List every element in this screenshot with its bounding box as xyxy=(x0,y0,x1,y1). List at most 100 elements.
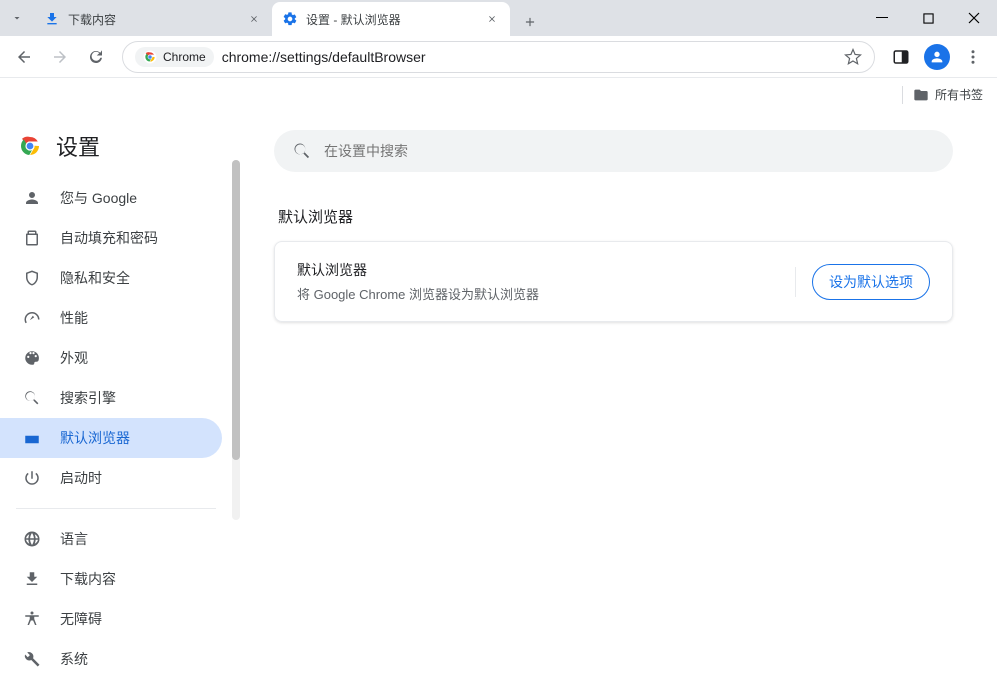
minimize-icon xyxy=(876,12,888,24)
search-icon xyxy=(23,389,41,407)
chrome-logo-icon xyxy=(143,50,157,64)
sidebar-item-label: 搜索引擎 xyxy=(60,388,116,408)
new-tab-button[interactable] xyxy=(516,8,544,36)
settings-search[interactable] xyxy=(274,130,953,172)
sidebar-item-label: 无障碍 xyxy=(60,609,102,629)
window-close-button[interactable] xyxy=(951,0,997,36)
reload-icon xyxy=(87,48,105,66)
download-icon xyxy=(44,11,60,27)
window-controls xyxy=(859,0,997,36)
divider xyxy=(16,508,216,509)
all-bookmarks-button[interactable]: 所有书签 xyxy=(913,86,983,103)
sidebar-item-label: 自动填充和密码 xyxy=(60,228,158,248)
search-icon xyxy=(292,141,312,161)
sidebar-item-downloads[interactable]: 下载内容 xyxy=(0,559,222,599)
kebab-icon xyxy=(964,48,982,66)
sidebar-item-label: 系统 xyxy=(60,649,88,669)
settings-content: 设置 您与 Google 自动填充和密码 隐私和安全 性能 外观 搜索引擎 默认… xyxy=(0,112,997,675)
sidebar-item-label: 下载内容 xyxy=(60,569,116,589)
sidebar-item-label: 性能 xyxy=(60,308,88,328)
section-title: 默认浏览器 xyxy=(278,206,953,227)
make-default-button[interactable]: 设为默认选项 xyxy=(812,264,930,300)
forward-button[interactable] xyxy=(44,41,76,73)
divider xyxy=(902,86,903,104)
tab-downloads[interactable]: 下载内容 xyxy=(34,2,272,36)
profile-button[interactable] xyxy=(921,41,953,73)
sidebar-title: 设置 xyxy=(56,130,100,162)
reload-button[interactable] xyxy=(80,41,112,73)
folder-icon xyxy=(913,87,929,103)
wrench-icon xyxy=(23,650,41,668)
sidebar-item-autofill[interactable]: 自动填充和密码 xyxy=(0,218,222,258)
sidebar-item-label: 外观 xyxy=(60,348,88,368)
all-bookmarks-label: 所有书签 xyxy=(935,86,983,103)
shield-icon xyxy=(23,269,41,287)
back-button[interactable] xyxy=(8,41,40,73)
sidebar-scrollbar[interactable] xyxy=(232,160,240,520)
main-panel: 默认浏览器 默认浏览器 将 Google Chrome 浏览器设为默认浏览器 设… xyxy=(240,112,997,675)
tab-title: 下载内容 xyxy=(68,11,238,28)
person-icon xyxy=(23,189,41,207)
sidebar-item-accessibility[interactable]: 无障碍 xyxy=(0,599,222,639)
chrome-logo-icon xyxy=(18,134,42,158)
palette-icon xyxy=(23,349,41,367)
toolbar: Chrome chrome://settings/defaultBrowser xyxy=(0,36,997,78)
scrollbar-thumb[interactable] xyxy=(232,160,240,460)
url-text: chrome://settings/defaultBrowser xyxy=(222,49,426,65)
plus-icon xyxy=(523,15,537,29)
accessibility-icon xyxy=(23,610,41,628)
sidebar-item-performance[interactable]: 性能 xyxy=(0,298,222,338)
sidebar-container: 设置 您与 Google 自动填充和密码 隐私和安全 性能 外观 搜索引擎 默认… xyxy=(0,112,240,675)
window-minimize-button[interactable] xyxy=(859,0,905,36)
sidebar: 设置 您与 Google 自动填充和密码 隐私和安全 性能 外观 搜索引擎 默认… xyxy=(0,112,232,675)
tab-close-button[interactable] xyxy=(484,11,500,27)
avatar-icon xyxy=(924,44,950,70)
panel-icon xyxy=(892,48,910,66)
site-chip-label: Chrome xyxy=(163,50,206,64)
sidebar-item-label: 默认浏览器 xyxy=(60,428,130,448)
gear-icon xyxy=(282,11,298,27)
sidebar-item-on-startup[interactable]: 启动时 xyxy=(0,458,222,498)
sidebar-header: 设置 xyxy=(0,112,232,174)
default-browser-card: 默认浏览器 将 Google Chrome 浏览器设为默认浏览器 设为默认选项 xyxy=(274,241,953,322)
sidebar-item-system[interactable]: 系统 xyxy=(0,639,222,675)
card-title: 默认浏览器 xyxy=(297,260,539,280)
browser-icon xyxy=(23,429,41,447)
close-icon xyxy=(968,12,980,24)
star-icon xyxy=(844,48,862,66)
sidebar-item-privacy[interactable]: 隐私和安全 xyxy=(0,258,222,298)
maximize-icon xyxy=(923,13,934,24)
clipboard-icon xyxy=(23,229,41,247)
settings-search-input[interactable] xyxy=(324,143,935,159)
chevron-down-icon xyxy=(11,12,23,24)
download-icon xyxy=(23,570,41,588)
card-text: 默认浏览器 将 Google Chrome 浏览器设为默认浏览器 xyxy=(297,260,539,303)
omnibox[interactable]: Chrome chrome://settings/defaultBrowser xyxy=(122,41,875,73)
sidebar-item-default-browser[interactable]: 默认浏览器 xyxy=(0,418,222,458)
sidebar-list: 您与 Google 自动填充和密码 隐私和安全 性能 外观 搜索引擎 默认浏览器… xyxy=(0,174,232,675)
close-icon xyxy=(487,14,497,24)
site-chip[interactable]: Chrome xyxy=(135,47,214,67)
window-maximize-button[interactable] xyxy=(905,0,951,36)
globe-icon xyxy=(23,530,41,548)
bookmark-star-button[interactable] xyxy=(844,48,862,66)
menu-button[interactable] xyxy=(957,41,989,73)
side-panel-button[interactable] xyxy=(885,41,917,73)
tab-search-button[interactable] xyxy=(0,0,34,36)
sidebar-item-languages[interactable]: 语言 xyxy=(0,519,222,559)
tab-settings[interactable]: 设置 - 默认浏览器 xyxy=(272,2,510,36)
sidebar-item-appearance[interactable]: 外观 xyxy=(0,338,222,378)
tab-close-button[interactable] xyxy=(246,11,262,27)
arrow-right-icon xyxy=(51,48,69,66)
tab-strip: 下载内容 设置 - 默认浏览器 xyxy=(0,0,997,36)
sidebar-item-you-and-google[interactable]: 您与 Google xyxy=(0,178,222,218)
sidebar-item-label: 您与 Google xyxy=(60,188,137,208)
close-icon xyxy=(249,14,259,24)
sidebar-item-label: 启动时 xyxy=(60,468,102,488)
arrow-left-icon xyxy=(15,48,33,66)
divider xyxy=(795,267,796,297)
bookmarks-bar: 所有书签 xyxy=(0,78,997,112)
sidebar-item-search-engine[interactable]: 搜索引擎 xyxy=(0,378,222,418)
speedometer-icon xyxy=(23,309,41,327)
card-subtitle: 将 Google Chrome 浏览器设为默认浏览器 xyxy=(297,284,539,303)
